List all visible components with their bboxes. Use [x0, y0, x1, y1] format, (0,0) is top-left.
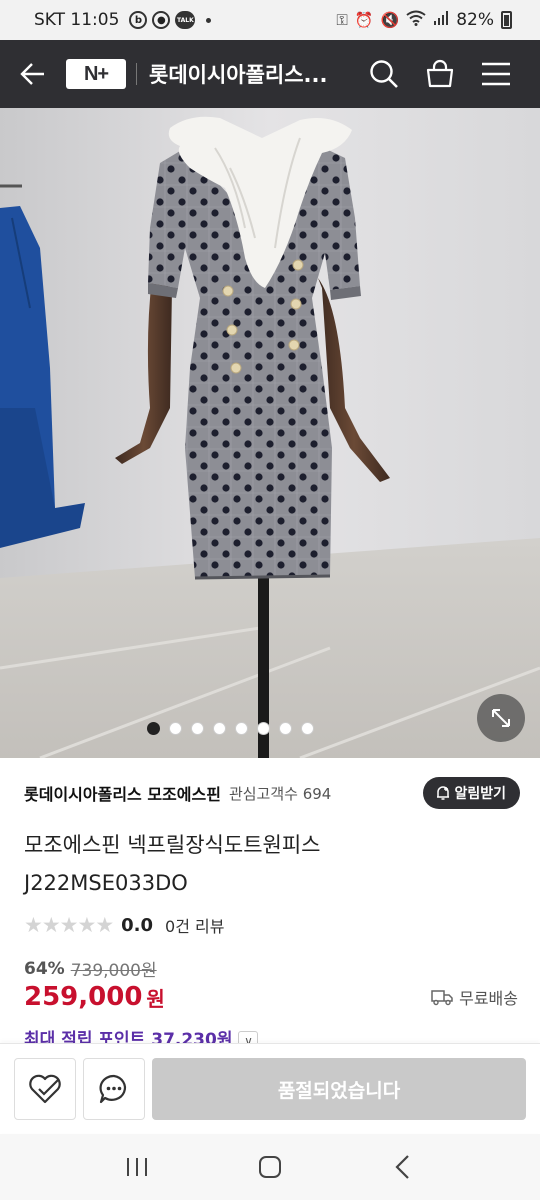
talk-talk-button[interactable] [83, 1058, 145, 1120]
bottom-action-bar: 품절되었습니다 [0, 1043, 540, 1133]
chat-bubble-icon [99, 1074, 126, 1104]
header-actions [366, 56, 540, 92]
search-button[interactable] [366, 56, 402, 92]
recent-apps-icon [126, 1158, 147, 1176]
heart-check-icon [29, 1074, 61, 1104]
pager-dot[interactable] [168, 722, 182, 735]
points-text: 최대 적립 포인트 37,230원 [24, 1030, 233, 1044]
menu-icon [482, 62, 510, 86]
pager-dot[interactable] [190, 722, 204, 735]
back-arrow-icon [20, 63, 44, 85]
expand-icon [492, 709, 510, 727]
product-title: 모조에스핀 넥프릴장식도트원피스 J222MSE033DO [24, 826, 514, 902]
status-bar: SKT 11:05 b ● TALK ⚿ ⏰ 🔇 82% [0, 0, 540, 40]
product-title-line1: 모조에스핀 넥프릴장식도트원피스 [24, 833, 321, 857]
seller-row: 롯데이시아폴리스 모조에스핀 관심고객수 694 알림받기 [24, 776, 520, 810]
product-photo [0, 108, 540, 758]
pager-dot[interactable] [212, 722, 226, 735]
cart-icon [426, 59, 454, 88]
soldout-button[interactable]: 품절되었습니다 [152, 1058, 526, 1120]
product-image-carousel[interactable] [0, 108, 540, 758]
shipping-info: 무료배송 [431, 985, 518, 1009]
product-title-line2: J222MSE033DO [24, 871, 188, 895]
status-right: ⚿ ⏰ 🔇 82% [336, 10, 512, 30]
carrier-time: SKT 11:05 [34, 10, 120, 30]
rating-row[interactable]: ★ ★ ★ ★ ★ 0.0 0건 리뷰 [24, 910, 224, 940]
pager-dot[interactable] [300, 722, 314, 735]
sale-price: 259,000 [24, 982, 143, 1012]
back-chevron-icon [395, 1155, 410, 1179]
price-row: 259,000 원 무료배송 [24, 982, 518, 1012]
messenger-icon: ● [152, 11, 171, 29]
pager-dot[interactable] [278, 722, 292, 735]
price-unit: 원 [146, 986, 165, 1011]
alarm-icon: ⏰ [354, 11, 374, 29]
wifi-icon [406, 10, 426, 30]
app-header: N+ 롯데이시아폴리스... [0, 40, 540, 108]
wishlist-button[interactable] [14, 1058, 76, 1120]
pager-dot[interactable] [234, 722, 248, 735]
more-notifications-icon [206, 17, 212, 23]
notify-label: 알림받기 [454, 786, 506, 802]
header-divider [136, 63, 137, 85]
carousel-pager [0, 722, 540, 735]
mute-icon: 🔇 [380, 11, 400, 29]
band-app-icon: b [129, 11, 148, 29]
star-icon: ★ [77, 913, 96, 937]
pager-dot[interactable] [146, 722, 160, 735]
rating-value: 0.0 [121, 914, 154, 936]
review-count[interactable]: 0건 리뷰 [165, 913, 224, 937]
seller-name[interactable]: 롯데이시아폴리스 모조에스핀 [24, 781, 221, 805]
original-price: 739,000원 [70, 961, 157, 981]
battery-percent: 82% [456, 10, 494, 30]
bell-plus-icon [437, 786, 450, 800]
store-title[interactable]: 롯데이시아폴리스... [149, 59, 366, 89]
points-row[interactable]: 최대 적립 포인트 37,230원 ∨ [24, 1028, 259, 1044]
status-left: SKT 11:05 b ● TALK [34, 10, 212, 30]
system-nav-bar [0, 1134, 540, 1200]
star-icon: ★ [24, 913, 43, 937]
star-icon: ★ [41, 913, 61, 937]
interest-count: 관심고객수 694 [228, 784, 332, 803]
search-icon [370, 60, 398, 88]
kakaotalk-icon: TALK [175, 11, 196, 29]
home-icon [258, 1156, 281, 1178]
shipping-label: 무료배송 [459, 989, 518, 1008]
signal-icon [433, 10, 449, 30]
recent-apps-button[interactable] [107, 1142, 167, 1192]
truck-icon [431, 990, 453, 1006]
expand-image-button[interactable] [477, 694, 525, 742]
battery-icon [501, 11, 512, 29]
discount-rate: 64% [24, 958, 65, 979]
star-icon: ★ [59, 913, 79, 937]
pager-dot[interactable] [256, 722, 270, 735]
notify-button[interactable]: 알림받기 [423, 777, 520, 809]
back-button[interactable] [0, 40, 66, 108]
discount-row: 64% 739,000원 [24, 956, 157, 982]
menu-button[interactable] [478, 56, 514, 92]
rating-stars: ★ ★ ★ ★ ★ [24, 913, 114, 937]
home-button[interactable] [240, 1142, 300, 1192]
naver-plus-logo[interactable]: N+ [66, 59, 126, 89]
cart-button[interactable] [422, 56, 458, 92]
back-nav-button[interactable] [373, 1142, 433, 1192]
star-icon: ★ [95, 913, 114, 937]
lock-icon: ⚿ [336, 11, 348, 29]
status-notification-icons: b ● TALK [129, 11, 212, 29]
